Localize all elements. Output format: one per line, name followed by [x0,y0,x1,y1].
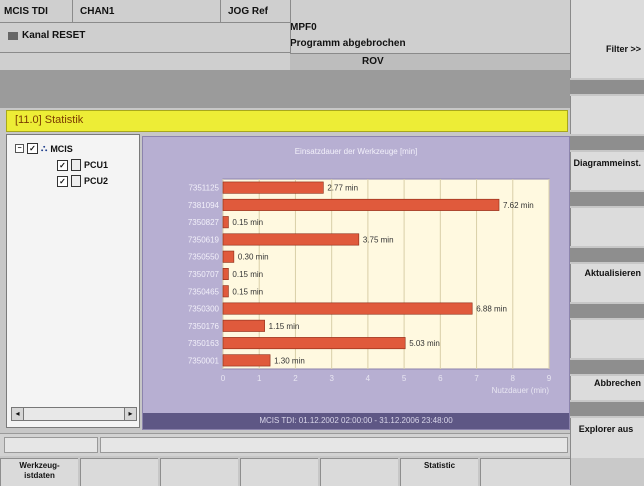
bar-value-label: 2.77 min [327,184,358,193]
reset-status: Kanal RESET [8,30,85,42]
bar [222,233,360,246]
window-title-bar: [11.0] Statistik [6,110,568,132]
category-label: 7351125 [188,184,219,193]
softkey-filter[interactable]: Filter >> [570,0,644,78]
category-label: 7350001 [188,356,220,365]
bar [222,337,406,350]
softkey-diagram[interactable]: Diagrammeinst. [570,152,644,190]
mode-label: MCIS TDI [4,6,48,17]
softkey-tool-data[interactable]: Werkzeug- istdaten [0,458,78,486]
machine-tree[interactable]: − ✓ ⛬ MCIS ✓ PCU1 ✓ PCU2 ◂ ▸ [6,134,140,428]
bar-value-label: 0.15 min [232,218,263,227]
tree-node-label: MCIS [50,143,73,154]
rov-label: ROV [362,56,384,67]
category-label: 7350300 [188,305,220,314]
x-tick-label: 0 [221,374,226,383]
hmi-screen: MCIS TDI CHAN1 JOG Ref MPF0 Kanal RESET … [0,0,644,486]
softkey-refresh[interactable]: Aktualisieren [570,264,644,302]
x-axis-label: Nutzdauer (min) [492,386,550,395]
x-tick-label: 3 [329,374,334,383]
x-tick-label: 4 [366,374,371,383]
x-tick-label: 1 [257,374,262,383]
softkey-cancel[interactable]: Abbrechen [570,376,644,400]
collapse-icon[interactable]: − [15,144,24,153]
bar [222,268,229,281]
tree-node-pcu2[interactable]: ✓ PCU2 [57,175,108,187]
bar [222,250,235,263]
checkbox-icon[interactable]: ✓ [57,159,68,171]
category-label: 7350707 [188,270,220,279]
softkey-empty-1[interactable] [570,96,644,134]
x-tick-label: 8 [511,374,516,383]
message-label: Programm abgebrochen [290,38,406,49]
window-title: [11.0] Statistik [15,114,84,126]
softkey-h5[interactable] [320,458,398,486]
x-tick-label: 7 [474,374,479,383]
header-band [0,70,570,108]
scroll-right-icon[interactable]: ▸ [124,408,136,420]
x-tick-label: 2 [293,374,298,383]
bar [222,181,324,194]
softkey-h4[interactable] [240,458,318,486]
softkey-h7[interactable] [480,458,570,486]
softkey-explorer[interactable]: Explorer aus [570,418,644,458]
bar-value-label: 1.15 min [269,322,300,331]
reset-icon [8,32,18,40]
chart-panel: Einsatzdauer der Werkzeuge [min] 0123456… [142,136,570,430]
bar-value-label: 5.03 min [409,339,440,348]
chart-footer-text: MCIS TDI: 01.12.2002 02:00:00 - 31.12.20… [259,416,453,425]
reset-text: Kanal RESET [22,30,86,41]
channel-label: CHAN1 [80,6,115,17]
softkey-empty-2[interactable] [570,208,644,246]
checkbox-icon[interactable]: ✓ [27,143,38,154]
category-label: 7350163 [188,339,220,348]
softkey-empty-4[interactable] [570,458,644,485]
softkey-h3[interactable] [160,458,238,486]
category-label: 7350550 [188,253,220,262]
bar-value-label: 3.75 min [363,235,394,244]
bar-chart: 0 1 2 3 4 5 6 7 8 9 7351125 2.77 min 7381094 7.62 min… [188,178,552,395]
bar-value-label: 0.15 min [232,287,263,296]
scroll-left-icon[interactable]: ◂ [12,408,24,420]
tree-node-label: PCU2 [84,176,109,186]
network-icon: ⛬ [41,143,48,153]
jog-label: JOG Ref [228,6,269,17]
chart-footer: MCIS TDI: 01.12.2002 02:00:00 - 31.12.20… [143,413,569,429]
header-area: MCIS TDI CHAN1 JOG Ref MPF0 Kanal RESET … [0,0,570,70]
softkey-statistic[interactable]: Statistic [400,458,478,486]
x-tick-label: 6 [438,374,443,383]
bar [222,285,229,298]
tree-node-root[interactable]: − ✓ ⛬ MCIS [15,143,73,154]
x-tick-label: 9 [547,374,552,383]
tree-node-pcu1[interactable]: ✓ PCU1 [57,159,108,171]
program-label: MPF0 [290,22,317,33]
bar-value-label: 1.30 min [274,356,305,365]
softkey-empty-3[interactable] [570,320,644,358]
category-label: 7381094 [188,201,220,210]
softkey-h2[interactable] [80,458,158,486]
category-label: 7350465 [188,287,220,296]
category-label: 7350176 [188,322,220,331]
rov-bar: ROV [290,53,570,70]
bar-value-label: 7.62 min [503,201,534,210]
category-label: 7350619 [188,235,220,244]
bar-value-label: 0.15 min [232,270,263,279]
x-tick-label: 5 [402,374,407,383]
status-field-2 [100,437,568,453]
category-label: 7350827 [188,218,220,227]
document-icon [71,159,81,171]
bar [222,319,265,332]
checkbox-icon[interactable]: ✓ [57,175,68,187]
document-icon [71,175,81,187]
bar [222,302,473,315]
bar-value-label: 6.88 min [476,305,507,314]
bar [222,354,271,367]
bar-value-label: 0.30 min [238,253,269,262]
bar [222,198,500,211]
status-field-1 [4,437,98,453]
horizontal-scrollbar[interactable]: ◂ ▸ [11,407,137,421]
bar [222,216,229,229]
tree-node-label: PCU1 [84,160,109,170]
